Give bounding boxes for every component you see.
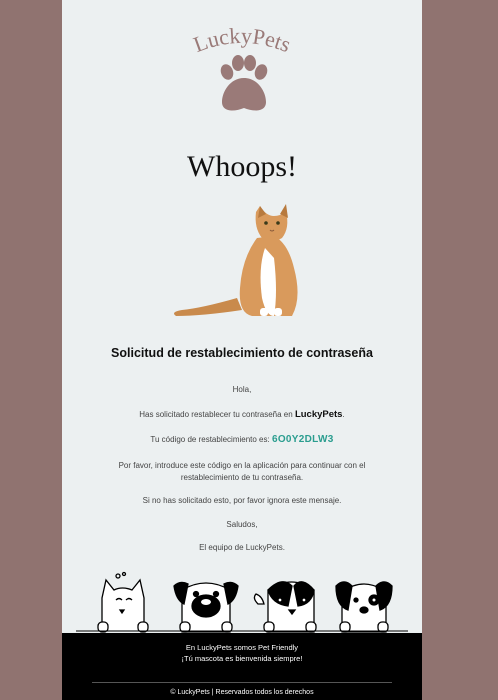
cartoon-pug-icon [173,581,239,633]
footer-copyright: © LuckyPets | Reservados todos los derec… [170,689,314,696]
headline: Whoops! [187,150,297,183]
request-text: Has solicitado restablecer tu contraseña… [139,410,293,419]
ignore-note: Si no has solicitado esto, por favor ign… [142,496,342,505]
code-paragraph: Tu código de restablecimiento es: 6O0Y2D… [92,434,392,446]
luckypets-logo: LuckyPets [190,23,294,111]
footer-divider [92,682,392,683]
reset-code[interactable]: 6O0Y2DLW3 [272,434,334,445]
email-subject: Solicitud de restablecimiento de contras… [111,346,373,360]
email-card: LuckyPets Whoops! Solicitud de restablec… [62,0,422,700]
footer-welcome: ¡Tú mascota es bienvenida siempre! [181,654,303,663]
instruction-line-2: restablecimiento de tu contraseña. [180,473,304,482]
footer: En LuckyPets somos Pet Friendly ¡Tú masc… [62,633,422,700]
cartoon-spotted-dog-icon [335,581,393,633]
paw-icon [220,55,268,111]
request-paragraph: Has solicitado restablecer tu contraseña… [92,409,392,421]
brand-mention: LuckyPets [294,409,343,420]
instruction-line-1: Por favor, introduce este código en la a… [118,461,366,470]
code-label: Tu código de restablecimiento es: [150,435,270,444]
closing: Saludos, [226,520,258,529]
cat-image [174,204,298,316]
request-punct: . [342,410,345,419]
pets-illustration [76,571,408,633]
logo-wordmark: LuckyPets [190,23,294,57]
footer-tagline: En LuckyPets somos Pet Friendly [185,643,299,652]
greeting: Hola, [232,385,252,394]
signature: El equipo de LuckyPets. [199,543,285,552]
cartoon-dog-icon [253,581,317,633]
cartoon-cat-icon [97,571,149,633]
